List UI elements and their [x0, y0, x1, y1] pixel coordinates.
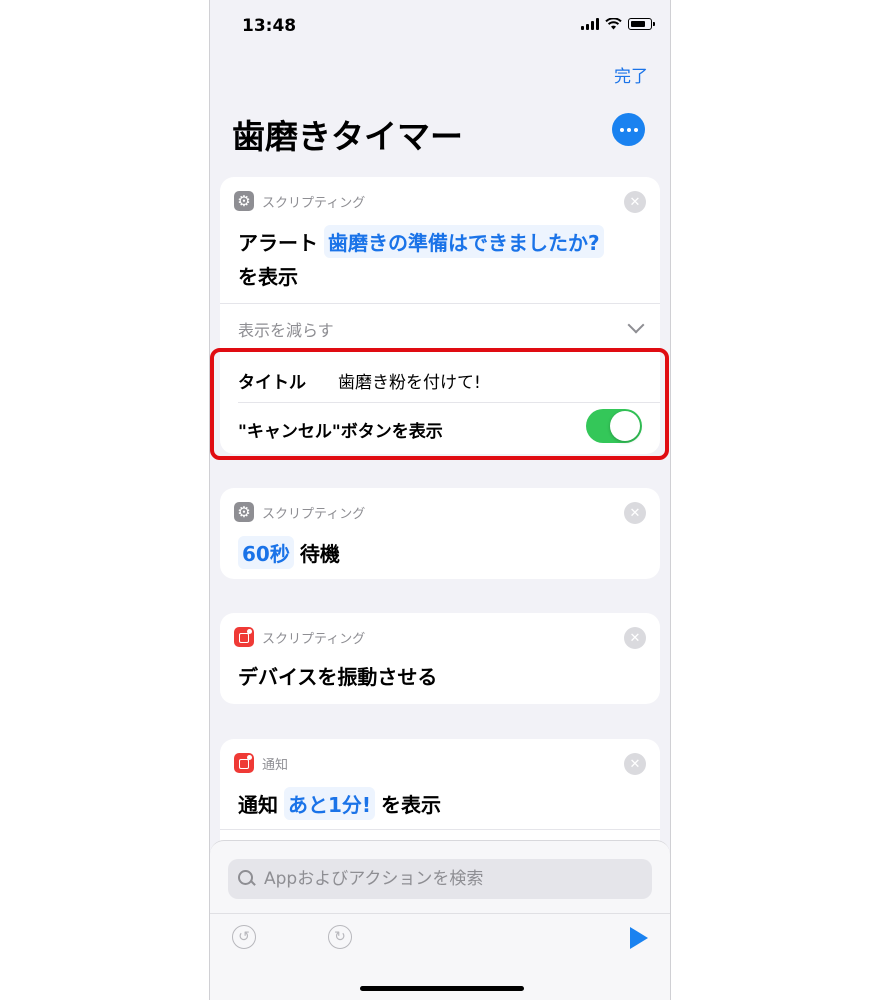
- notification-text-token[interactable]: あと1分!: [284, 787, 376, 820]
- status-icons: [581, 18, 655, 30]
- highlight-frame: [210, 348, 669, 460]
- card-header: スクリプティング: [234, 627, 365, 647]
- action-line: デバイスを振動させる: [238, 661, 437, 690]
- play-icon[interactable]: [630, 927, 648, 949]
- wifi-icon: [605, 18, 622, 30]
- search-box[interactable]: [228, 859, 652, 899]
- action-verb: デバイスを振動させる: [238, 665, 438, 689]
- divider: [220, 303, 660, 304]
- wait-duration-token[interactable]: 60秒: [238, 536, 294, 569]
- undo-button[interactable]: ↺: [232, 925, 256, 949]
- action-verb: アラート: [238, 231, 318, 255]
- action-suffix: 待機: [299, 542, 340, 566]
- device-icon: [234, 627, 254, 647]
- chevron-down-icon[interactable]: [627, 316, 645, 334]
- card-header: ⚙ スクリプティング: [234, 502, 365, 522]
- card-category: 通知: [262, 757, 289, 773]
- card-category: スクリプティング: [262, 195, 366, 211]
- action-card-wait[interactable]: ⚙ スクリプティング ✕ 60秒 待機: [220, 488, 660, 579]
- page-title: 歯磨きタイマー: [232, 117, 463, 156]
- close-icon[interactable]: ✕: [624, 627, 646, 649]
- more-dots-icon: [619, 127, 624, 132]
- action-verb: 通知: [238, 793, 278, 817]
- divider: [210, 913, 670, 914]
- card-header: 通知: [234, 753, 288, 773]
- notification-icon: [234, 753, 254, 773]
- gear-icon: ⚙: [234, 502, 254, 522]
- signal-icon: [581, 18, 599, 30]
- card-category: スクリプティング: [262, 631, 366, 647]
- home-indicator: [360, 986, 524, 991]
- divider: [220, 829, 660, 830]
- action-line: を表示: [238, 261, 298, 290]
- battery-icon: [628, 18, 655, 30]
- card-header: ⚙ スクリプティング: [234, 191, 365, 211]
- status-time: 13:48: [242, 16, 297, 36]
- more-button[interactable]: [612, 113, 645, 146]
- close-icon[interactable]: ✕: [624, 502, 646, 524]
- action-suffix: を表示: [238, 265, 298, 289]
- search-icon: [238, 870, 256, 888]
- close-icon[interactable]: ✕: [624, 191, 646, 213]
- gear-icon: ⚙: [234, 191, 254, 211]
- bottom-panel: ↺ ↻: [210, 840, 670, 1000]
- action-card-vibrate[interactable]: スクリプティング ✕ デバイスを振動させる: [220, 613, 660, 704]
- alert-message-token[interactable]: 歯磨きの準備はできましたか?: [324, 225, 604, 258]
- close-icon[interactable]: ✕: [624, 753, 646, 775]
- done-button[interactable]: 完了: [614, 62, 648, 87]
- phone-screen: 13:48 完了 歯磨きタイマー ⚙ スクリプティング ✕ アラート 歯磨きの準…: [209, 0, 671, 1000]
- search-input[interactable]: [262, 868, 626, 890]
- card-category: スクリプティング: [262, 506, 366, 522]
- redo-button[interactable]: ↻: [328, 925, 352, 949]
- action-line: 60秒 待機: [238, 536, 340, 569]
- action-line: 通知 あと1分! を表示: [238, 787, 441, 820]
- action-line: アラート 歯磨きの準備はできましたか?: [238, 225, 604, 258]
- action-suffix: を表示: [381, 793, 442, 817]
- show-less-button[interactable]: 表示を減らす: [238, 317, 334, 341]
